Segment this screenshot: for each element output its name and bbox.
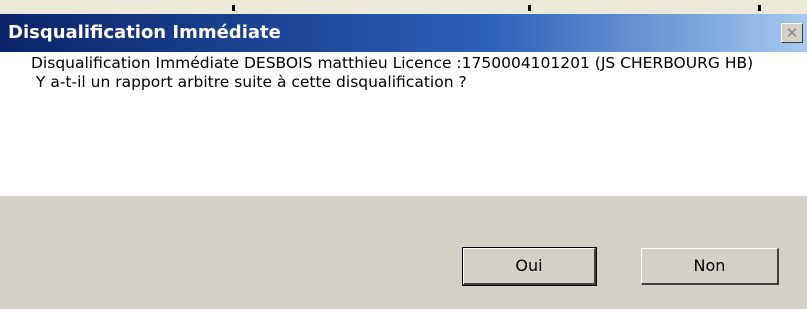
message-line-1: Disqualification Immédiate DESBOIS matth… [31,54,754,72]
title-bar[interactable]: Disqualification Immédiate ✕ [0,14,807,52]
dialog-message: Disqualification Immédiate DESBOIS matth… [31,54,776,92]
strip-tick [758,5,761,11]
close-icon: ✕ [785,24,799,42]
yes-button[interactable]: Oui [462,247,597,286]
close-button[interactable]: ✕ [781,23,803,43]
background-window-strip [0,0,807,14]
dialog-window: Disqualification Immédiate ✕ Disqualific… [0,0,807,309]
no-button[interactable]: Non [641,248,779,285]
strip-tick [232,5,235,11]
message-line-2: Y a-t-il un rapport arbitre suite à cett… [31,73,467,91]
strip-tick [528,5,531,11]
button-bar: Oui Non [0,196,807,309]
dialog-title: Disqualification Immédiate [8,22,281,43]
